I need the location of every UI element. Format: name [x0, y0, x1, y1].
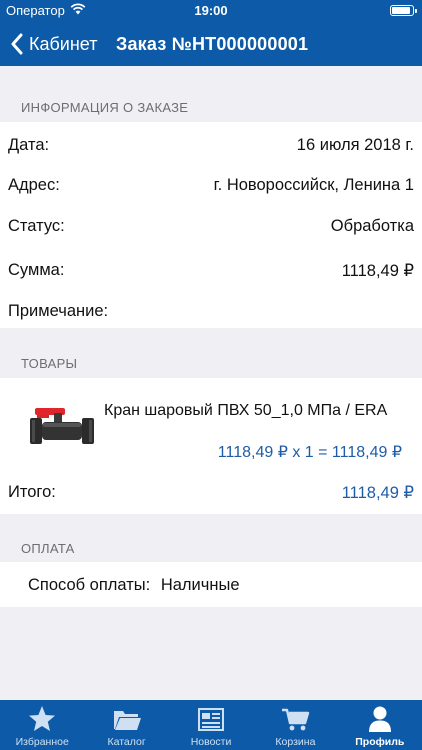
order-info-panel: Дата: 16 июля 2018 г. Адрес: г. Новоросс… [0, 122, 422, 328]
tab-cart[interactable]: Корзина [253, 700, 337, 750]
tab-profile[interactable]: Профиль [338, 700, 422, 750]
sum-row: Сумма: 1118,49 ₽ [8, 261, 414, 281]
goods-panel: Кран шаровый ПВХ 50_1,0 МПа / ERA 1118,4… [0, 378, 422, 514]
address-label: Адрес: [8, 176, 60, 194]
note-row: Примечание: [8, 302, 414, 321]
tab-cart-label: Корзина [275, 736, 316, 748]
note-label: Примечание: [8, 302, 109, 320]
tab-news-label: Новости [190, 736, 232, 748]
tab-favorites-label: Избранное [15, 736, 69, 748]
product-price-calc: 1118,49 ₽ х 1 = 1118,49 ₽ [217, 444, 402, 461]
battery-icon [390, 5, 417, 16]
user-icon [368, 706, 391, 732]
cart-icon [282, 708, 310, 731]
status-label: Статус: [8, 217, 65, 235]
sum-label: Сумма: [8, 261, 65, 279]
sum-value: 1118,49 ₽ [341, 262, 414, 280]
payment-method-value: Наличные [160, 576, 240, 594]
star-icon [29, 706, 56, 731]
product-name: Кран шаровый ПВХ 50_1,0 МПа / ERA [104, 402, 388, 419]
nav-bar: Кабинет Заказ №НТ000000001 [0, 22, 422, 66]
newspaper-icon [198, 708, 225, 731]
tab-catalog[interactable]: Каталог [84, 700, 168, 750]
tab-bar: Избранное Каталог Новости Корзина Профил… [0, 700, 422, 750]
ball-valve-image [30, 408, 94, 444]
folder-icon [113, 711, 141, 730]
back-label: Кабинет [29, 33, 98, 54]
chevron-left-icon [11, 33, 23, 55]
goods-header: ТОВАРЫ [21, 356, 78, 371]
tab-catalog-label: Каталог [107, 736, 146, 748]
status-value: Обработка [330, 217, 414, 235]
payment-method-row: Способ оплаты: Наличные [28, 576, 240, 595]
back-button[interactable]: Кабинет [10, 22, 97, 66]
tab-profile-label: Профиль [355, 736, 405, 748]
payment-panel: Способ оплаты: Наличные [0, 562, 422, 607]
status-row: Статус: Обработка [8, 217, 414, 236]
date-label: Дата: [8, 136, 50, 154]
payment-method-label: Способ оплаты: [28, 576, 151, 594]
tab-favorites[interactable]: Избранное [0, 700, 84, 750]
status-bar: Оператор 19:00 [0, 0, 422, 22]
total-value: 1118,49 ₽ [341, 484, 414, 502]
order-info-header: ИНФОРМАЦИЯ О ЗАКАЗЕ [21, 100, 189, 115]
status-time: 19:00 [194, 3, 228, 18]
tab-news[interactable]: Новости [169, 700, 253, 750]
total-row: Итого: 1118,49 ₽ [8, 483, 414, 503]
date-row: Дата: 16 июля 2018 г. [8, 136, 414, 155]
address-row: Адрес: г. Новороссийск, Ленина 1 [8, 176, 414, 195]
date-value: 16 июля 2018 г. [296, 136, 414, 154]
total-label: Итого: [8, 483, 56, 501]
payment-header: ОПЛАТА [21, 541, 75, 556]
address-value: г. Новороссийск, Ленина 1 [213, 176, 414, 194]
page-title: Заказ №НТ000000001 [116, 34, 309, 54]
